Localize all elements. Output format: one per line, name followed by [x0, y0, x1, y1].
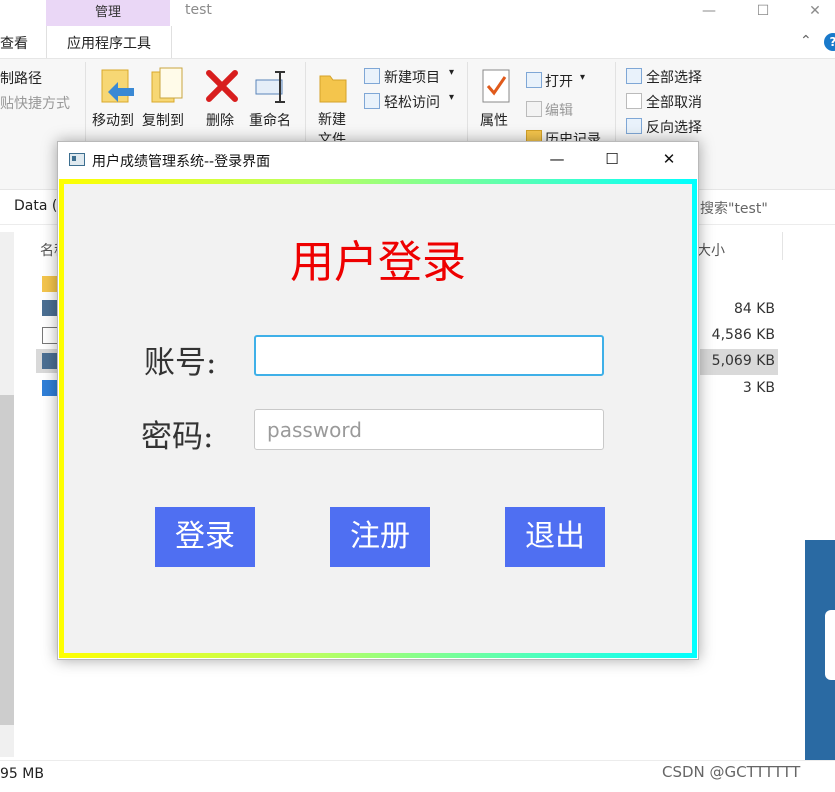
- select-none-icon: [626, 93, 642, 109]
- file-size: 4,586 KB: [711, 327, 775, 343]
- properties-button[interactable]: 属性: [480, 110, 508, 130]
- close-button[interactable]: ✕: [792, 0, 835, 24]
- password-label: 密码:: [141, 419, 214, 455]
- folder-icon: [42, 276, 58, 292]
- select-all-icon: [626, 68, 642, 84]
- file-size: 5,069 KB: [711, 353, 775, 369]
- easy-access-icon: [364, 93, 380, 109]
- minimize-button[interactable]: —: [686, 0, 732, 24]
- column-header-size[interactable]: 大小: [697, 240, 725, 260]
- status-size: 95 MB: [0, 766, 44, 782]
- collapse-ribbon-icon[interactable]: ⌃: [800, 33, 812, 49]
- tab-app-tools[interactable]: 应用程序工具: [46, 26, 172, 58]
- password-input[interactable]: [254, 409, 604, 450]
- maximize-button[interactable]: ☐: [740, 0, 786, 24]
- image-file-icon: [42, 300, 58, 316]
- tab-view[interactable]: 查看: [0, 28, 28, 60]
- delete-icon: [206, 70, 238, 102]
- edit-icon: [526, 101, 542, 117]
- account-label: 账号:: [144, 345, 217, 381]
- help-icon[interactable]: ?: [824, 33, 835, 51]
- address-bar[interactable]: Data (I: [14, 198, 61, 214]
- invert-selection-button[interactable]: 反向选择: [646, 117, 702, 137]
- image-file-icon: [42, 353, 58, 369]
- file-size: 3 KB: [742, 380, 775, 396]
- move-to-icon: [101, 69, 134, 103]
- copy-path-button[interactable]: 制路径: [0, 68, 42, 88]
- new-item-button[interactable]: 新建项目: [384, 67, 440, 87]
- new-folder-icon: [319, 75, 347, 103]
- tab-manage[interactable]: 管理: [46, 0, 170, 26]
- document-file-icon: [42, 327, 58, 344]
- dialog-title: 用户成绩管理系统--登录界面: [92, 154, 271, 170]
- login-heading: 用户登录: [290, 237, 466, 288]
- desktop-window-fragment: [805, 540, 835, 791]
- login-dialog: 用户成绩管理系统--登录界面 — ☐ ✕ 用户登录 账号: 密码: 登录 注册 …: [57, 141, 699, 660]
- edit-button[interactable]: 编辑: [545, 100, 573, 120]
- window-title: test: [185, 2, 212, 18]
- copy-to-button[interactable]: 复制到: [142, 110, 184, 130]
- properties-icon: [482, 69, 510, 103]
- invert-selection-icon: [626, 118, 642, 134]
- paste-shortcut-button[interactable]: 贴快捷方式: [0, 93, 70, 113]
- register-button[interactable]: 注册: [330, 507, 430, 567]
- column-divider: [782, 232, 783, 260]
- dialog-close-button[interactable]: ✕: [646, 142, 692, 176]
- copy-to-icon: [151, 67, 183, 103]
- select-none-button[interactable]: 全部取消: [646, 92, 702, 112]
- rename-button[interactable]: 重命名: [249, 110, 291, 130]
- login-panel: 用户登录 账号: 密码: 登录 注册 退出: [59, 179, 697, 658]
- open-icon: [526, 72, 542, 88]
- account-input[interactable]: [254, 335, 604, 376]
- dropdown-arrow-icon[interactable]: ▾: [580, 72, 585, 83]
- exit-button[interactable]: 退出: [505, 507, 605, 567]
- scrollbar-thumb[interactable]: [0, 395, 14, 725]
- search-box[interactable]: 搜索"test": [700, 198, 768, 218]
- delete-button[interactable]: 删除: [206, 110, 234, 130]
- easy-access-button[interactable]: 轻松访问: [384, 92, 440, 112]
- login-button[interactable]: 登录: [155, 507, 255, 567]
- dropdown-arrow-icon[interactable]: ▾: [449, 67, 454, 78]
- new-item-icon: [364, 68, 380, 84]
- dropdown-arrow-icon[interactable]: ▾: [449, 92, 454, 103]
- shortcut-file-icon: [42, 380, 58, 396]
- select-all-button[interactable]: 全部选择: [646, 67, 702, 87]
- app-icon: [69, 153, 85, 166]
- move-to-button[interactable]: 移动到: [92, 110, 134, 130]
- open-button[interactable]: 打开: [545, 71, 573, 91]
- dialog-titlebar[interactable]: 用户成绩管理系统--登录界面 — ☐ ✕: [58, 142, 698, 177]
- dialog-minimize-button[interactable]: —: [534, 142, 580, 176]
- rename-icon: [255, 71, 285, 103]
- dialog-maximize-button[interactable]: ☐: [589, 142, 635, 176]
- file-size: 84 KB: [733, 301, 775, 317]
- watermark: CSDN @GCTTTTTT: [662, 763, 801, 781]
